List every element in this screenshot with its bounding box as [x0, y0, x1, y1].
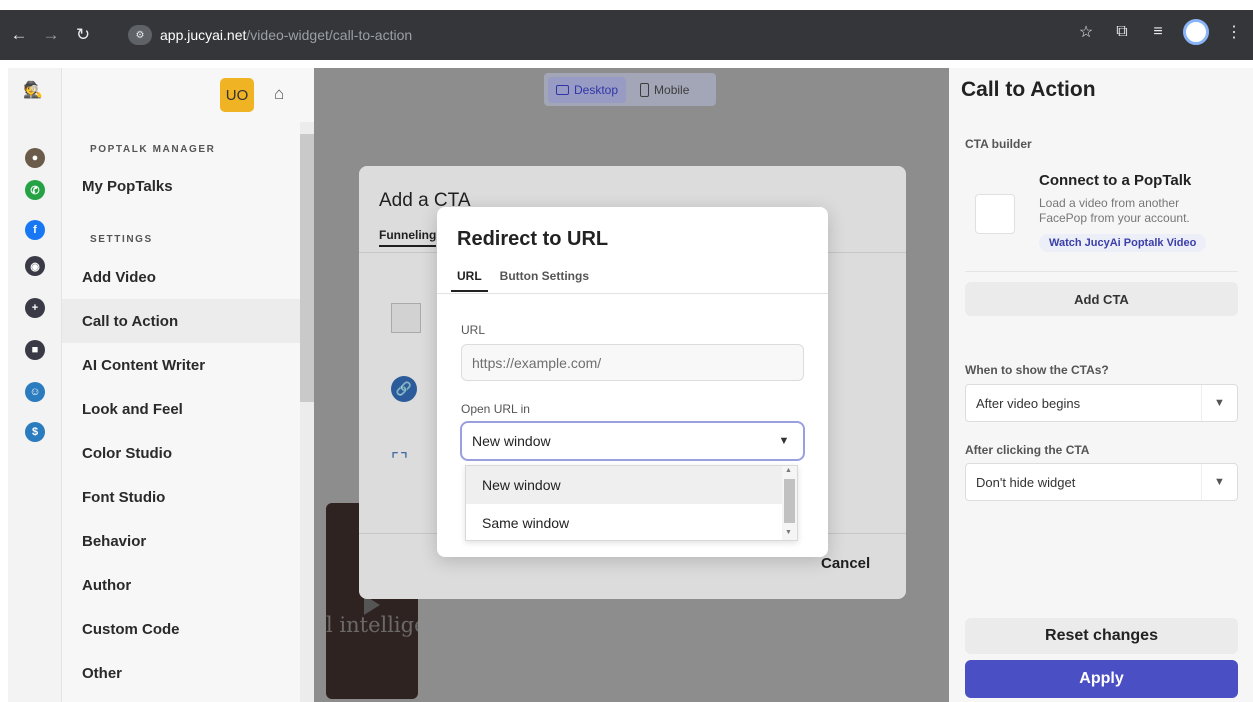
site-info-icon[interactable]: ⚙ [128, 25, 152, 45]
forward-arrow-icon[interactable]: → [38, 22, 64, 48]
mobile-toggle-button[interactable]: Mobile [632, 77, 697, 103]
url-input[interactable] [461, 344, 804, 381]
redirect-modal-title: Redirect to URL [457, 228, 609, 250]
desktop-toggle-button[interactable]: Desktop [548, 76, 627, 103]
watch-video-link[interactable]: Watch JucyAi Poptalk Video [1039, 234, 1207, 252]
sidebar-item-my-poptalks[interactable]: My PopTalks [62, 164, 300, 208]
agent-icon[interactable]: ● [25, 148, 45, 168]
after-click-value: Don't hide widget [976, 474, 1076, 490]
facebook-icon[interactable]: f [25, 220, 45, 240]
url-host: app.jucyai.net [160, 27, 247, 43]
tab-button-settings[interactable]: Button Settings [494, 269, 595, 292]
dollar-app-icon[interactable]: $ [25, 422, 45, 442]
when-to-show-select[interactable]: After video begins ▼ [965, 384, 1238, 422]
mobile-icon [640, 82, 650, 97]
extensions-icon[interactable]: ⧉ [1111, 23, 1133, 41]
chevron-down-icon[interactable]: ▼ [773, 432, 795, 450]
profile-avatar[interactable] [1183, 19, 1209, 45]
browser-chrome: ← → ↻ ⚙ app.jucyai.net/video-widget/call… [0, 0, 1253, 68]
card-description: Load a video from another FacePop from y… [1039, 196, 1190, 225]
divider [437, 293, 828, 294]
sidebar-item-behavior[interactable]: Behavior [62, 519, 300, 563]
dropdown-scrollbar[interactable]: ▲ ▼ [782, 466, 797, 540]
scroll-down-icon[interactable]: ▼ [785, 529, 792, 536]
sidebar-item-custom-code[interactable]: Custom Code [62, 607, 300, 651]
open-url-in-label: Open URL in [461, 402, 530, 416]
section-poptalk-manager: POPTALK MANAGER [90, 144, 216, 155]
modal-overlay[interactable]: Desktop Mobile l intellige Add a CTA Fun… [314, 68, 949, 702]
logo-icon[interactable]: 🕵 [23, 80, 45, 100]
record-app-icon[interactable]: ■ [25, 340, 45, 360]
home-icon[interactable]: ⌂ [274, 84, 284, 104]
open-url-in-select[interactable]: New window ▼ [460, 421, 805, 461]
open-url-in-value: New window [472, 433, 551, 449]
desktop-label: Desktop [574, 82, 619, 97]
device-toggle: Desktop Mobile [544, 73, 716, 106]
mascot-icon[interactable]: ☺ [25, 382, 45, 402]
open-url-in-dropdown: New window Same window ▲ ▼ [465, 465, 798, 541]
card-title: Connect to a PopTalk [1039, 172, 1192, 189]
after-click-select[interactable]: Don't hide widget ▼ [965, 463, 1238, 501]
sidebar-scrollbar[interactable] [300, 122, 314, 702]
user-initials-badge[interactable]: UO [220, 78, 254, 112]
panel-title: Call to Action [961, 78, 1096, 101]
sidebar-scrollbar-thumb[interactable] [300, 134, 314, 402]
bookmark-star-icon[interactable]: ☆ [1075, 22, 1097, 42]
sidebar-item-font-studio[interactable]: Font Studio [62, 475, 300, 519]
redirect-url-modal: Redirect to URL URL Button Settings URL … [437, 207, 828, 557]
redirect-tabs: URL Button Settings [451, 269, 595, 292]
frame-icon[interactable]: ⌜⌝ [391, 450, 409, 470]
url-path: /video-widget/call-to-action [246, 27, 413, 43]
desktop-icon [556, 84, 569, 95]
sidebar-item-color-studio[interactable]: Color Studio [62, 431, 300, 475]
sidebar-item-other[interactable]: Other [62, 651, 300, 695]
tab-url[interactable]: URL [451, 269, 488, 292]
sidebar-item-look-and-feel[interactable]: Look and Feel [62, 387, 300, 431]
right-panel: Call to Action CTA builder Connect to a … [949, 68, 1253, 702]
after-click-label: After clicking the CTA [965, 443, 1090, 457]
when-to-show-value: After video begins [976, 395, 1081, 411]
add-app-icon[interactable]: + [25, 298, 45, 318]
media-controls-icon[interactable]: ≡ [1147, 23, 1169, 41]
dropdown-scrollbar-thumb[interactable] [784, 479, 795, 523]
section-settings: SETTINGS [90, 234, 153, 245]
reset-changes-button[interactable]: Reset changes [965, 618, 1238, 654]
divider [965, 271, 1238, 272]
scroll-up-icon[interactable]: ▲ [785, 467, 792, 474]
video-caption: l intellige [326, 613, 418, 637]
browser-toolbar: ← → ↻ ⚙ app.jucyai.net/video-widget/call… [0, 10, 1253, 60]
chevron-down-icon[interactable]: ▼ [1201, 385, 1237, 421]
option-same-window[interactable]: Same window [466, 504, 784, 542]
app-container: 🕵 ● ✆ f ◉ + ■ ☺ $ UO ⌂ POPTALK MANAGER M… [0, 68, 1253, 702]
sidebar-item-call-to-action[interactable]: Call to Action [62, 299, 300, 343]
cta-builder-label: CTA builder [965, 137, 1032, 151]
sidebar-item-ai-content-writer[interactable]: AI Content Writer [62, 343, 300, 387]
back-arrow-icon[interactable]: ← [6, 22, 32, 48]
chevron-down-icon[interactable]: ▼ [1201, 464, 1237, 500]
more-menu-icon[interactable]: ⋮ [1223, 22, 1245, 42]
whatsapp-icon[interactable]: ✆ [25, 180, 45, 200]
add-cta-button[interactable]: Add CTA [965, 282, 1238, 316]
address-bar[interactable]: ⚙ app.jucyai.net/video-widget/call-to-ac… [128, 21, 1138, 49]
sidebar-item-add-video[interactable]: Add Video [62, 255, 300, 299]
image-placeholder-icon [975, 194, 1015, 234]
user-app-icon[interactable]: ◉ [25, 256, 45, 276]
sidebar: UO ⌂ POPTALK MANAGER My PopTalks SETTING… [62, 68, 314, 702]
mobile-label: Mobile [654, 82, 690, 97]
link-icon[interactable]: 🔗 [391, 376, 417, 402]
connect-poptalk-card[interactable]: Connect to a PopTalk Load a video from a… [965, 166, 1239, 266]
browser-actions: ☆ ⧉ ≡ ⋮ [1075, 19, 1245, 45]
option-new-window[interactable]: New window [466, 466, 784, 504]
image-placeholder-icon [391, 303, 421, 333]
reload-icon[interactable]: ↻ [70, 22, 96, 48]
url-label: URL [461, 323, 486, 337]
apply-button[interactable]: Apply [965, 660, 1238, 698]
tab-funneling[interactable]: Funneling [379, 228, 437, 247]
when-to-show-label: When to show the CTAs? [965, 363, 1109, 377]
sidebar-item-author[interactable]: Author [62, 563, 300, 607]
app-rail: 🕵 ● ✆ f ◉ + ■ ☺ $ [8, 68, 62, 702]
cancel-button[interactable]: Cancel [821, 555, 870, 572]
